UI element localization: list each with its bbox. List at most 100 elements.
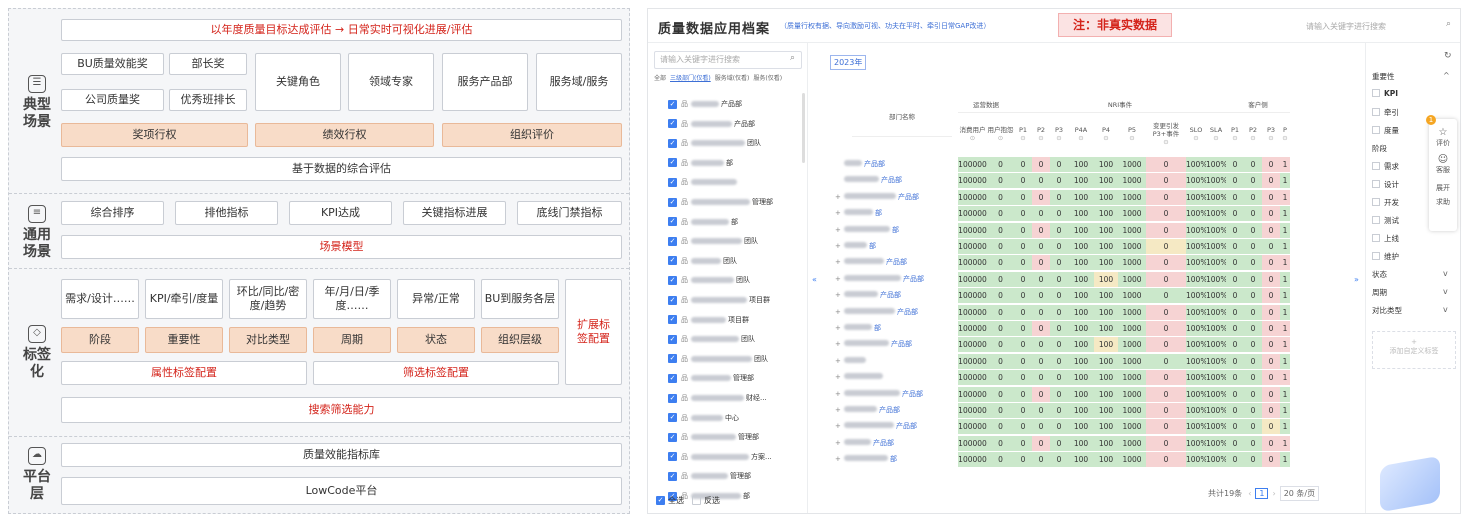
tree-item[interactable]: ✓ 品 (668, 175, 739, 189)
tree-item[interactable]: ✓ 品 产品部 (668, 117, 755, 131)
checkbox-checked-icon[interactable]: ✓ (668, 393, 677, 403)
rate-button[interactable]: 评价 (1429, 138, 1457, 148)
chevron-down-icon[interactable]: v (1443, 287, 1448, 296)
checkbox-checked-icon[interactable]: ✓ (668, 452, 677, 462)
checkbox-checked-icon[interactable]: ✓ (668, 334, 677, 344)
table-row-dept[interactable]: 部 (844, 206, 882, 221)
checkbox-checked-icon[interactable]: ✓ (668, 256, 677, 266)
tree-item[interactable]: ✓ 品 团队 (668, 273, 750, 287)
checkbox-checked-icon[interactable]: ✓ (668, 197, 677, 207)
checkbox-checked-icon[interactable]: ✓ (668, 413, 677, 423)
checkbox-checked-icon[interactable]: ✓ (668, 236, 677, 246)
table-row-dept[interactable] (844, 354, 868, 369)
filter-importance[interactable]: 重要性 (1372, 71, 1395, 82)
checkbox-checked-icon[interactable]: ✓ (668, 119, 677, 129)
collapse-right-icon[interactable]: » (1354, 275, 1359, 284)
filter-period[interactable]: 周期 (1372, 287, 1387, 298)
star-icon[interactable]: ☆ (1429, 127, 1457, 138)
filter-option[interactable]: KPI (1372, 89, 1398, 98)
tree-item[interactable]: ✓ 品 管理部 (668, 430, 759, 444)
global-search-input[interactable]: 请输入关键字进行搜索 (1300, 17, 1454, 37)
tree-item[interactable]: ✓ 品 团队 (668, 136, 761, 150)
tree-search-input[interactable]: 请输入关键字进行搜索 (654, 51, 802, 69)
tree-item[interactable]: ✓ 品 团队 (668, 332, 755, 346)
filter-stage[interactable]: 阶段 (1372, 143, 1387, 154)
table-row-dept[interactable]: 产品部 (844, 255, 907, 270)
checkbox-checked-icon[interactable]: ✓ (668, 295, 677, 305)
chevron-up-icon[interactable]: ^ (1443, 71, 1450, 80)
filter-status[interactable]: 状态 (1372, 269, 1387, 280)
checkbox-checked-icon[interactable]: ✓ (668, 177, 677, 187)
refresh-icon[interactable]: ↻ (1444, 51, 1452, 61)
checkbox-checked-icon[interactable]: ✓ (668, 275, 677, 285)
table-row-dept[interactable]: 产品部 (844, 157, 885, 172)
tree-item[interactable]: ✓ 品 项目群 (668, 313, 749, 327)
filter-option[interactable]: 维护 (1372, 251, 1399, 262)
filter-option[interactable]: 度量 (1372, 125, 1399, 136)
table-row-dept[interactable]: 部 (844, 452, 897, 467)
table-row-dept[interactable]: 部 (844, 321, 881, 336)
select-all-label[interactable]: 全选 (668, 495, 684, 506)
service-button[interactable]: 客服 (1429, 165, 1457, 175)
checkbox-checked-icon[interactable]: ✓ (668, 99, 677, 109)
search-icon[interactable]: ⌕ (1446, 19, 1451, 29)
table-row-dept[interactable] (844, 370, 885, 385)
tree-item[interactable]: ✓ 品 财经... (668, 391, 767, 405)
tree-item[interactable]: ✓ 品 部 (668, 156, 733, 170)
table-row-dept[interactable]: 产品部 (844, 419, 917, 434)
table-row-dept[interactable]: 产品部 (844, 190, 919, 205)
checkbox-checked-icon[interactable]: ✓ (668, 217, 677, 227)
tab-service[interactable]: 服务(仅看) (753, 75, 782, 82)
filter-option[interactable]: 开发 (1372, 197, 1399, 208)
search-icon[interactable]: ⌕ (790, 53, 795, 63)
tree-item[interactable]: ✓ 品 团队 (668, 254, 737, 268)
add-custom-tag-button[interactable]: + 添加自定义标签 (1372, 331, 1456, 369)
table-row-dept[interactable]: 产品部 (844, 272, 924, 287)
table-row-dept[interactable]: 产品部 (844, 403, 900, 418)
select-all-checkbox[interactable]: ✓ (656, 496, 665, 505)
filter-compare[interactable]: 对比类型 (1372, 305, 1402, 316)
tab-domain[interactable]: 服务域(仅看) (715, 75, 750, 82)
filter-option[interactable]: 设计 (1372, 179, 1399, 190)
chevron-down-icon[interactable]: v (1443, 305, 1448, 314)
checkbox-checked-icon[interactable]: ✓ (668, 471, 677, 481)
table-row-dept[interactable]: 产品部 (844, 387, 923, 402)
table-row-dept[interactable]: 产品部 (844, 305, 918, 320)
filter-option[interactable]: 牵引 (1372, 107, 1399, 118)
tab-all[interactable]: 全部 (654, 75, 666, 82)
table-row-dept[interactable]: 产品部 (844, 288, 901, 303)
filter-option[interactable]: 测试 (1372, 215, 1399, 226)
filter-option[interactable]: 需求 (1372, 161, 1399, 172)
checkbox-checked-icon[interactable]: ✓ (668, 373, 677, 383)
checkbox-checked-icon[interactable]: ✓ (668, 432, 677, 442)
table-row-dept[interactable]: 产品部 (844, 173, 902, 188)
checkbox-checked-icon[interactable]: ✓ (668, 158, 677, 168)
next-page-icon[interactable]: › (1272, 489, 1275, 498)
checkbox-checked-icon[interactable]: ✓ (668, 138, 677, 148)
checkbox-checked-icon[interactable]: ✓ (668, 315, 677, 325)
invert-checkbox[interactable] (692, 496, 701, 505)
chevron-down-icon[interactable]: v (1443, 269, 1448, 278)
prev-page-icon[interactable]: ‹ (1248, 489, 1251, 498)
expand-button[interactable]: 展开 (1429, 183, 1457, 193)
page-number[interactable]: 1 (1255, 488, 1269, 499)
table-row-dept[interactable]: 部 (844, 223, 899, 238)
chat-icon[interactable]: ☺ (1429, 154, 1457, 165)
table-row-dept[interactable]: 产品部 (844, 337, 912, 352)
year-tag[interactable]: 2023年 (830, 55, 867, 70)
invert-label[interactable]: 反选 (704, 495, 720, 506)
page-size-select[interactable]: 20 条/页 (1279, 486, 1320, 501)
collapse-left-icon[interactable]: « (812, 275, 817, 284)
tab-level3[interactable]: 三级部门(仅看) (670, 75, 711, 82)
scrollbar[interactable] (802, 93, 805, 163)
tree-item[interactable]: ✓ 品 团队 (668, 352, 768, 366)
table-row-dept[interactable]: 产品部 (844, 436, 894, 451)
tree-item[interactable]: ✓ 品 产品部 (668, 97, 742, 111)
filter-option[interactable]: 上线 (1372, 233, 1399, 244)
tree-item[interactable]: ✓ 品 项目群 (668, 293, 770, 307)
tree-item[interactable]: ✓ 品 部 (668, 215, 738, 229)
help-button[interactable]: 求助 (1429, 197, 1457, 207)
tree-item[interactable]: ✓ 品 管理部 (668, 469, 751, 483)
table-row-dept[interactable]: 部 (844, 239, 876, 254)
checkbox-checked-icon[interactable]: ✓ (668, 354, 677, 364)
